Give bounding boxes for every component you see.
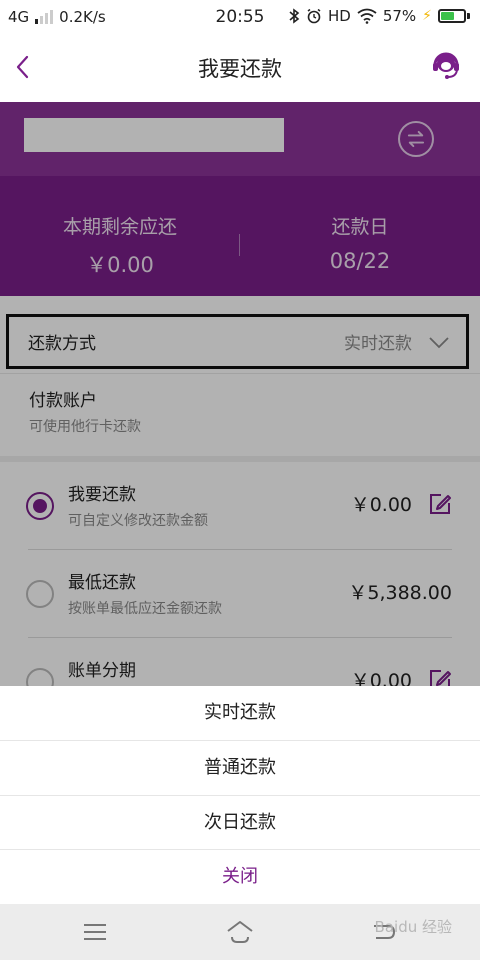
modal-overlay[interactable] bbox=[0, 102, 480, 686]
bluetooth-icon bbox=[289, 8, 300, 24]
app-header: 我要还款 bbox=[0, 34, 480, 102]
home-icon[interactable] bbox=[225, 918, 255, 946]
battery-icon bbox=[438, 9, 470, 23]
close-button[interactable]: 关闭 bbox=[0, 850, 480, 904]
wifi-icon bbox=[357, 8, 377, 24]
menu-icon[interactable] bbox=[80, 918, 110, 946]
watermark: Baidu 经验 bbox=[374, 918, 452, 936]
status-bar: 4G 0.2K/s 20:55 HD 57% ⚡ bbox=[0, 0, 480, 34]
page-title: 我要还款 bbox=[198, 57, 282, 81]
customer-service-icon[interactable] bbox=[430, 49, 462, 81]
battery-percent: 57% bbox=[382, 7, 417, 25]
system-nav-bar: Baidu 经验 bbox=[0, 904, 480, 960]
method-action-sheet: 实时还款 普通还款 次日还款 关闭 bbox=[0, 686, 480, 904]
sheet-option-realtime[interactable]: 实时还款 bbox=[0, 686, 480, 740]
alarm-icon bbox=[307, 8, 321, 24]
charging-icon: ⚡ bbox=[422, 8, 432, 24]
sheet-option-next-day[interactable]: 次日还款 bbox=[0, 796, 480, 850]
sheet-option-normal[interactable]: 普通还款 bbox=[0, 741, 480, 795]
hd-badge: HD bbox=[327, 7, 351, 25]
